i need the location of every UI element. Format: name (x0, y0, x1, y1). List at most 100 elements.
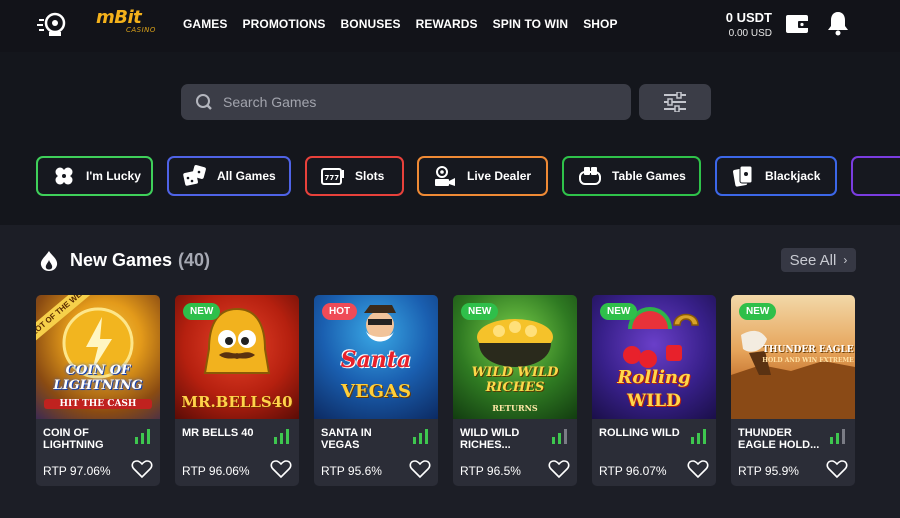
balance-secondary: 0.00 USD (728, 28, 772, 39)
favorite-heart-icon[interactable] (687, 459, 709, 479)
category-label: Table Games (612, 169, 686, 183)
filter-button[interactable] (639, 84, 711, 120)
favorite-heart-icon[interactable] (409, 459, 431, 479)
category-label: Blackjack (765, 169, 821, 183)
category-label: Slots (355, 169, 385, 183)
game-card[interactable]: SLOT OF THE WEEK COIN OF LIGHTNING HIT T… (36, 295, 160, 486)
slot-machine-icon: 777 (321, 168, 344, 185)
nav-games[interactable]: GAMES (183, 17, 228, 31)
balance-display[interactable]: 0 USDT 0.00 USD (726, 10, 772, 39)
game-art-title: WILD WILD RICHES (471, 365, 559, 395)
favorite-heart-icon[interactable] (131, 459, 153, 479)
badge-hot: HOT (322, 303, 358, 320)
game-thumbnail[interactable]: NEW Rolling WILD (592, 295, 716, 419)
game-art-title: MR.BELLS40 (181, 393, 293, 411)
table-game-icon (579, 167, 601, 185)
signal-bars-icon (691, 429, 706, 444)
badge-new: NEW (600, 303, 638, 320)
game-card[interactable]: NEW MR.BELLS40 MR BELLS 40 RTP 96.06% (175, 295, 299, 486)
game-name: SANTA IN VEGAS (321, 427, 372, 451)
game-art-subtitle: WILD (627, 391, 681, 411)
nav-spin-to-win[interactable]: SPIN TO WIN (493, 17, 569, 31)
game-name: THUNDER EAGLE HOLD... (738, 427, 820, 451)
game-art-title: Rolling (617, 367, 691, 388)
game-thumbnail[interactable]: NEW THUNDER EAGLE HOLD AND WIN EXTREME (731, 295, 855, 419)
game-thumbnail[interactable]: NEW MR.BELLS40 (175, 295, 299, 419)
signal-bars-icon (413, 429, 428, 444)
game-art-subtitle: HIT THE CASH (44, 399, 152, 409)
search-bar[interactable] (181, 84, 631, 120)
game-rtp: RTP 97.06% (43, 464, 111, 478)
signal-bars-icon (135, 429, 150, 444)
game-rtp: RTP 96.06% (182, 464, 250, 478)
game-card[interactable]: NEW THUNDER EAGLE HOLD AND WIN EXTREME T… (731, 295, 855, 486)
nav-bonuses[interactable]: BONUSES (341, 17, 401, 31)
game-name: MR BELLS 40 (182, 427, 254, 439)
flame-icon (40, 251, 58, 271)
category-im-lucky[interactable]: I'm Lucky (36, 156, 153, 196)
signal-bars-icon (274, 429, 289, 444)
favorite-heart-icon[interactable] (548, 459, 570, 479)
top-header: mBit CASINO GAMES PROMOTIONS BONUSES REW… (0, 0, 900, 52)
game-name: COIN OF LIGHTNING (43, 427, 104, 451)
category-label: Live Dealer (467, 169, 532, 183)
game-rtp: RTP 95.9% (738, 464, 799, 478)
category-table-games[interactable]: Table Games (562, 156, 701, 196)
nav-shop[interactable]: SHOP (583, 17, 617, 31)
category-all-games[interactable]: All Games (167, 156, 291, 196)
search-icon (196, 94, 212, 110)
dice-icon (183, 165, 206, 186)
clover-icon (55, 167, 73, 185)
section-count: (40) (178, 250, 211, 270)
favorite-heart-icon[interactable] (270, 459, 292, 479)
chevron-right-icon: › (843, 253, 848, 267)
badge-new: NEW (739, 303, 777, 320)
game-art-subtitle: VEGAS (340, 381, 412, 402)
category-next-partial[interactable] (851, 156, 900, 196)
signal-bars-icon (552, 429, 567, 444)
main-nav: GAMES PROMOTIONS BONUSES REWARDS SPIN TO… (183, 17, 633, 31)
section-title: New Games (70, 250, 173, 270)
svg-text:777: 777 (325, 174, 340, 182)
game-art-title: THUNDER EAGLE (762, 345, 854, 355)
search-input[interactable] (223, 84, 623, 120)
game-art-subtitle: RETURNS (492, 403, 538, 413)
game-card[interactable]: NEW Rolling WILD ROLLING WILD RTP 96.07% (592, 295, 716, 486)
game-thumbnail[interactable]: NEW WILD WILD RICHES RETURNS (453, 295, 577, 419)
category-label: I'm Lucky (86, 169, 141, 183)
game-thumbnail[interactable]: SLOT OF THE WEEK COIN OF LIGHTNING HIT T… (36, 295, 160, 419)
game-rtp: RTP 96.5% (460, 464, 521, 478)
logo-subtext: CASINO (126, 26, 156, 34)
game-card[interactable]: NEW WILD WILD RICHES RETURNS WILD WILD R… (453, 295, 577, 486)
game-art-subtitle: HOLD AND WIN EXTREME (762, 357, 854, 364)
category-live-dealer[interactable]: Live Dealer (417, 156, 548, 196)
game-thumbnail[interactable]: HOT Santa VEGAS (314, 295, 438, 419)
game-name: WILD WILD RICHES... (460, 427, 520, 451)
game-rtp: RTP 96.07% (599, 464, 667, 478)
sliders-icon (664, 92, 686, 112)
live-camera-icon (435, 166, 455, 186)
game-name: ROLLING WILD (599, 427, 680, 439)
category-blackjack[interactable]: Blackjack (715, 156, 837, 196)
cards-icon (733, 165, 753, 187)
game-card[interactable]: HOT Santa VEGAS SANTA IN VEGAS RTP 95.6% (314, 295, 438, 486)
nav-promotions[interactable]: PROMOTIONS (243, 17, 326, 31)
see-all-button[interactable]: See All › (781, 248, 856, 272)
game-art-title: Santa (340, 347, 412, 373)
badge-new: NEW (183, 303, 221, 320)
signal-bars-icon (830, 429, 845, 444)
category-label: All Games (217, 169, 276, 183)
notification-bell-icon[interactable] (826, 10, 850, 36)
spin-wheel-icon[interactable] (36, 10, 70, 40)
brand-logo[interactable]: mBit CASINO (96, 9, 158, 39)
balance-primary: 0 USDT (725, 10, 772, 25)
category-slots[interactable]: 777 Slots (305, 156, 404, 196)
game-art-title: COIN OF LIGHTNING (53, 363, 143, 393)
favorite-heart-icon[interactable] (826, 459, 848, 479)
game-rtp: RTP 95.6% (321, 464, 382, 478)
see-all-label: See All (789, 251, 837, 269)
new-games-section: New Games (40) See All › SLOT OF THE WEE… (0, 225, 900, 518)
wallet-icon[interactable] (785, 12, 809, 36)
badge-new: NEW (461, 303, 499, 320)
nav-rewards[interactable]: REWARDS (416, 17, 478, 31)
